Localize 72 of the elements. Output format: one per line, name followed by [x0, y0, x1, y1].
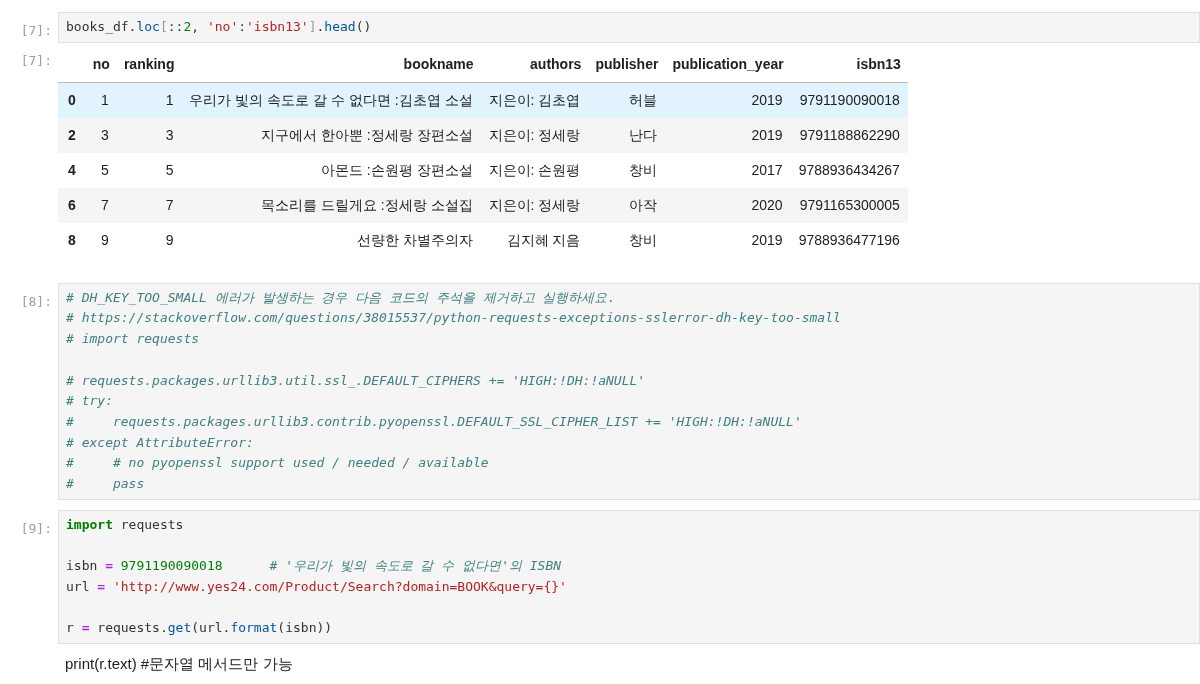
table-cell: 1: [116, 82, 182, 118]
table-cell: 지구에서 한아뿐 :정세랑 장편소설: [181, 117, 481, 153]
code-line: import requests: [66, 515, 184, 534]
table-cell: 김지혜 지음: [480, 222, 589, 258]
markdown-text: print(r.text) #문자열 메서드만 가능: [65, 654, 293, 672]
table-row[interactable]: 2 3 3 지구에서 한아뿐 :정세랑 장편소설 지은이: 정세랑 난다 2019 9791188862290: [58, 117, 908, 153]
table-cell: 난다: [588, 117, 666, 153]
table-cell: 2017: [665, 152, 791, 188]
table-cell: 7: [85, 187, 117, 223]
table-cell: 목소리를 드릴게요 :정세랑 소설집: [181, 187, 481, 223]
table-cell: 아몬드 :손원평 장편소설: [181, 152, 481, 188]
table-cell: 3: [116, 117, 182, 153]
column-header: bookname: [181, 47, 481, 83]
code-line: # requests.packages.urllib3.contrib.pyopenssl.DEFAULT_SSL_CIPHER_LIST += 'HIGH:!DH:!aNULL': [66, 412, 802, 431]
code-line: # DH_KEY_TOO_SMALL 에러가 발생하는 경우 다음 코드의 주석을 제거하고 실행하세요.: [66, 288, 616, 307]
code-cell[interactable]: [58, 282, 1200, 500]
code-line: isbn = 9791190090018 # '우리가 빛의 속도로 갈 수 없다면'의 ISBN: [66, 557, 562, 576]
table-cell: 7: [116, 187, 182, 223]
table-cell: 5: [116, 152, 182, 188]
table-cell: 2020: [665, 187, 791, 223]
code-line: url = 'http://www.yes24.com/Product/Search?domain=BOOK&query={}': [66, 577, 567, 596]
code-line: # # no pyopenssl support used / needed / available: [66, 454, 489, 473]
code-line: # pass: [66, 475, 145, 493]
code-line: # requests.packages.urllib3.util.ssl_.DEFAULT_CIPHERS += 'HIGH:!DH:!aNULL': [66, 371, 646, 390]
cell-prompt: [9]:: [20, 520, 52, 536]
column-header: publisher: [588, 47, 666, 83]
column-header: no: [85, 47, 117, 83]
column-header: isbn13: [790, 47, 908, 83]
table-cell: 9: [85, 222, 117, 258]
code-line: # try:: [66, 392, 113, 411]
code-line: r = requests.get(url.format(isbn)): [66, 619, 333, 638]
table-cell: 2019: [665, 82, 791, 118]
column-header: ranking: [116, 47, 182, 83]
table-cell: 9791165300005: [790, 187, 908, 223]
code-line: # https://stackoverflow.com/questions/38015537/python-requests-exceptions-sslerror-dh-key-too-small: [66, 309, 841, 328]
code-cell[interactable]: books_df.loc[::2, 'no':'isbn13'].head(): [58, 12, 1200, 43]
table-cell: 지은이: 손원평: [480, 152, 589, 188]
cell-prompt: [8]:: [20, 293, 52, 309]
code-line: # except AttributeError:: [66, 433, 254, 452]
cell-prompt: [7]:: [20, 23, 52, 38]
table-cell: 9791190090018: [790, 82, 908, 118]
table-cell: 허블: [588, 82, 666, 118]
code-line: # import requests: [66, 330, 200, 349]
table-cell: 9: [116, 222, 182, 258]
table-cell: 1: [85, 82, 117, 118]
row-index: 8: [58, 222, 86, 258]
table-cell: 우리가 빛의 속도로 갈 수 없다면 :김초엽 소설: [181, 82, 481, 118]
table-cell: 9788936477196: [790, 222, 908, 258]
row-index: 6: [58, 187, 86, 223]
table-cell: 2019: [665, 222, 791, 258]
table-cell: 9788936434267: [790, 152, 908, 188]
table-row[interactable]: 6 7 7 목소리를 드릴게요 :정세랑 소설집 지은이: 정세랑 아작 2020 9791165300005: [58, 187, 908, 223]
table-row[interactable]: 4 5 5 아몬드 :손원평 장편소설 지은이: 손원평 창비 2017 9788936434267: [58, 152, 908, 188]
table-cell: 아작: [588, 187, 666, 223]
table-cell: 지은이: 정세랑: [480, 187, 589, 223]
table-cell: 2019: [665, 117, 791, 153]
row-index: 4: [58, 152, 86, 188]
code-cell[interactable]: import requests isbn = 9791190090018 # '우리가 빛의 속도로 갈 수 없다면'의 ISBN url = 'http://www.yes24.com/Product/Search?domain=BOOK&query={}' r = requests.get(url.format(isbn)): [58, 509, 1200, 644]
cell-prompt: [7]:: [20, 52, 52, 68]
code-line: books_df.loc[::2, 'no':'isbn13'].head(): [66, 18, 372, 36]
row-index: 0: [58, 82, 86, 118]
table-cell: 3: [85, 117, 117, 153]
table-cell: 창비: [588, 152, 666, 188]
column-header: publication_year: [665, 47, 791, 83]
row-index: 2: [58, 117, 86, 153]
table-cell: 지은이: 정세랑: [480, 117, 589, 153]
table-cell: 5: [85, 152, 117, 188]
column-header: authors: [480, 47, 589, 83]
table-cell: 선량한 차별주의자: [181, 222, 481, 258]
table-cell: 창비: [588, 222, 666, 258]
table-cell: 지은이: 김초엽: [480, 82, 589, 118]
table-cell: 9791188862290: [790, 117, 908, 153]
